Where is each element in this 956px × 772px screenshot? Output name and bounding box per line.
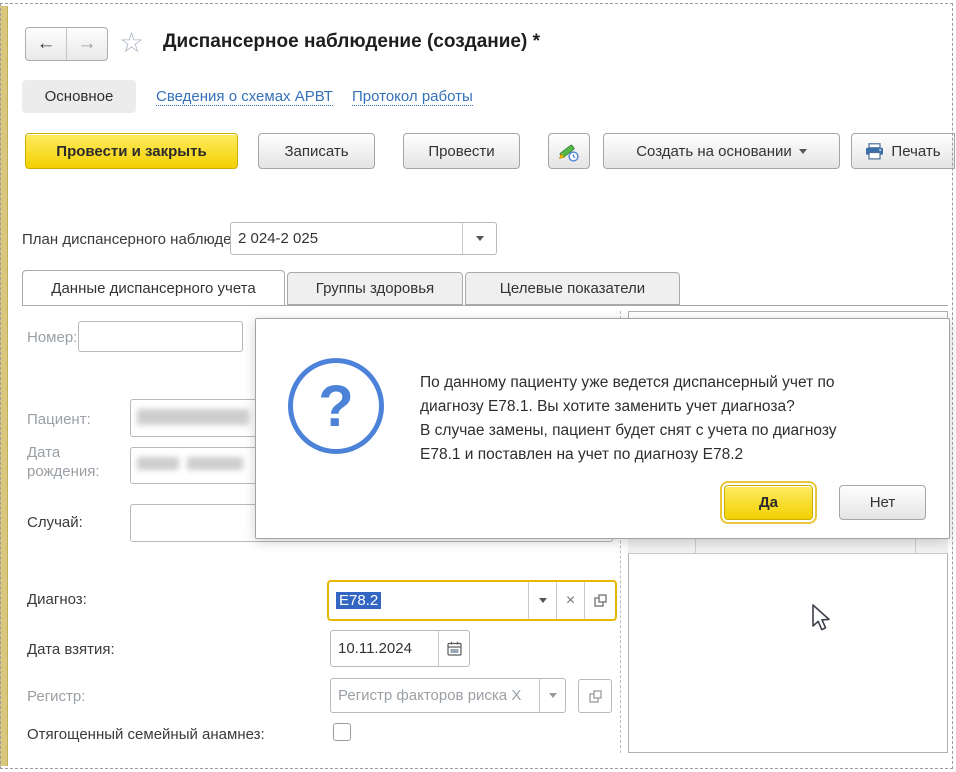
date-taken-calendar-button[interactable] [438, 631, 469, 666]
birthdate-value-redacted [187, 457, 243, 470]
diagnosis-dropdown-button[interactable] [528, 582, 556, 619]
chevron-down-icon [539, 598, 547, 603]
dialog-no-button[interactable]: Нет [839, 485, 926, 520]
create-on-basis-button[interactable]: Создать на основании [603, 133, 840, 169]
patient-label: Пациент: [27, 411, 91, 428]
calendar-icon [447, 641, 462, 656]
close-icon: × [566, 592, 575, 610]
tab-target-indicators[interactable]: Целевые показатели [465, 272, 680, 305]
question-circle-icon: ? [288, 358, 384, 454]
back-button[interactable]: ← [26, 28, 67, 60]
register-dropdown-button[interactable] [539, 679, 565, 712]
diagnosis-label: Диагноз: [27, 591, 87, 608]
diagnosis-input[interactable]: E78.2 × [329, 582, 615, 619]
diagnosis-field-focus-ring: E78.2 × [327, 580, 617, 621]
app-window: ← → ☆ Диспансерное наблюдение (создание)… [0, 0, 956, 772]
tab-dispensary-data[interactable]: Данные диспансерного учета [22, 270, 285, 305]
register-value: Регистр факторов риска Х [331, 687, 539, 704]
post-button[interactable]: Провести [403, 133, 520, 169]
anamnesis-checkbox[interactable] [333, 723, 351, 741]
tabs-divider [22, 305, 948, 306]
open-form-icon [589, 690, 602, 703]
arrow-right-icon: → [78, 33, 97, 55]
plan-value: 2 024-2 025 [231, 230, 462, 247]
diagnosis-clear-button[interactable]: × [556, 582, 584, 619]
register-input[interactable]: Регистр факторов риска Х [330, 678, 566, 713]
date-taken-value: 10.11.2024 [331, 640, 438, 657]
dialog-message-line: E78.1 и поставлен на учет по диагнозу E7… [420, 443, 837, 467]
section-link-arvt[interactable]: Сведения о схемах АРВТ [156, 88, 333, 106]
case-label: Случай: [27, 514, 83, 531]
confirmation-dialog: ? По данному пациенту уже ведется диспан… [255, 318, 950, 539]
forward-button[interactable]: → [67, 28, 107, 60]
date-taken-label: Дата взятия: [27, 641, 115, 658]
grid-column-divider [915, 539, 916, 553]
chevron-down-icon [476, 236, 484, 241]
birthdate-label-line2: рождения: [27, 462, 100, 481]
print-button[interactable]: Печать [851, 133, 955, 169]
dialog-message: По данному пациенту уже ведется диспансе… [420, 371, 837, 467]
write-button[interactable]: Записать [258, 133, 375, 169]
section-link-protocol[interactable]: Протокол работы [352, 88, 473, 106]
date-taken-input[interactable]: 10.11.2024 [330, 630, 470, 667]
grid-header-row [628, 538, 948, 554]
tab-health-groups[interactable]: Группы здоровья [287, 272, 463, 305]
question-glyph: ? [318, 373, 353, 440]
dialog-message-line: диагнозу E78.1. Вы хотите заменить учет … [420, 395, 837, 419]
history-nav: ← → [25, 27, 108, 61]
plan-input[interactable]: 2 024-2 025 [230, 222, 497, 255]
pencil-clock-icon [557, 139, 581, 163]
dialog-message-line: В случае замены, пациент будет снят с уч… [420, 419, 837, 443]
open-form-icon [594, 594, 607, 607]
post-and-close-button[interactable]: Провести и закрыть [25, 133, 238, 169]
birthdate-label: Дата рождения: [27, 443, 100, 481]
birthdate-value-redacted [137, 457, 179, 470]
diagnosis-open-button[interactable] [584, 582, 615, 619]
printer-icon [865, 143, 884, 160]
register-label: Регистр: [27, 688, 85, 705]
section-tab-main[interactable]: Основное [22, 80, 136, 113]
create-on-basis-label: Создать на основании [636, 143, 792, 160]
window-accent-strip [0, 6, 8, 766]
number-label: Номер: [27, 329, 77, 346]
dialog-message-line: По данному пациенту уже ведется диспансе… [420, 371, 837, 395]
mouse-cursor [812, 604, 834, 634]
star-icon[interactable]: ☆ [119, 26, 144, 59]
chevron-down-icon [799, 149, 807, 154]
chevron-down-icon [549, 693, 557, 698]
patient-value-redacted [137, 409, 249, 425]
anamnesis-label: Отягощенный семейный анамнез: [27, 726, 265, 743]
grid-column-divider [695, 539, 696, 553]
arrow-left-icon: ← [37, 33, 56, 55]
dialog-yes-button[interactable]: Да [724, 485, 813, 520]
diagnosis-value-selected: E78.2 [336, 592, 381, 609]
birthdate-label-line1: Дата [27, 443, 100, 462]
page-title: Диспансерное наблюдение (создание) * [163, 31, 540, 53]
plan-dropdown-button[interactable] [462, 223, 496, 254]
register-open-button[interactable] [578, 679, 612, 713]
print-label: Печать [891, 143, 940, 160]
number-input[interactable] [78, 321, 243, 352]
set-posting-time-button[interactable] [548, 133, 590, 169]
plan-label: План диспансерного наблюдения: [22, 231, 260, 248]
